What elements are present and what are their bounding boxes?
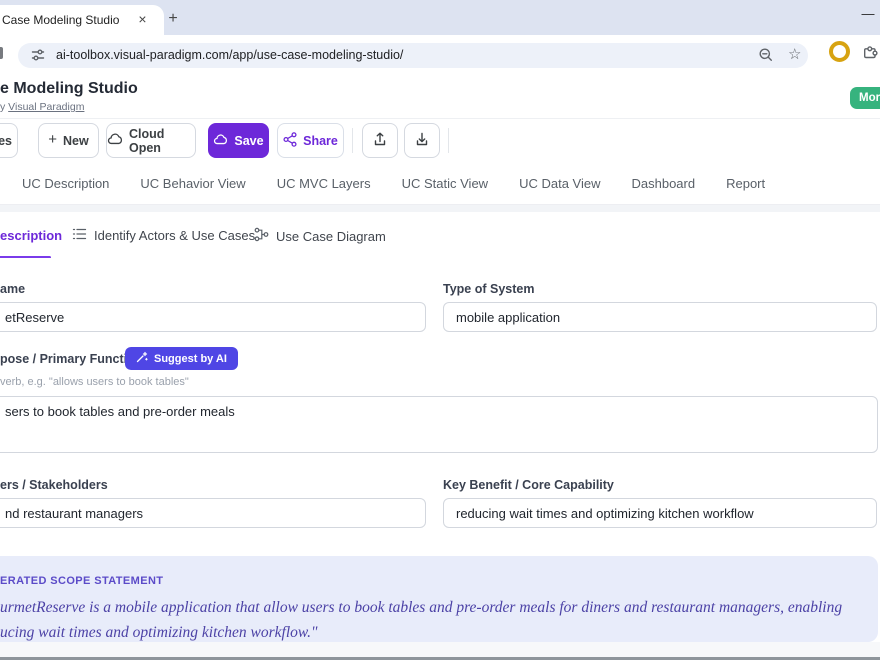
description-form: ame Type of System pose / Primary Functi… xyxy=(0,258,880,556)
tab-uc-behavior-view[interactable]: UC Behavior View xyxy=(140,176,245,191)
new-button[interactable]: + New xyxy=(38,123,99,158)
purpose-textarea[interactable]: sers to book tables and pre-order meals xyxy=(0,396,878,453)
tab-uc-mvc-layers[interactable]: UC MVC Layers xyxy=(277,176,371,191)
scope-heading: ERATED SCOPE STATEMENT xyxy=(0,575,163,587)
generated-scope-statement: ERATED SCOPE STATEMENT urmetReserve is a… xyxy=(0,556,878,642)
export-button[interactable] xyxy=(362,123,398,158)
toolbar-divider xyxy=(448,128,449,153)
plus-icon: + xyxy=(48,131,57,148)
share-nodes-icon xyxy=(283,132,297,150)
clipped-toolbar-icon xyxy=(0,47,3,59)
minimize-window-icon[interactable]: — xyxy=(861,6,875,21)
cloud-save-icon xyxy=(213,134,228,148)
sub-tab-bar: escription Identify Actors & Use Cases U… xyxy=(0,212,880,259)
tab-uc-data-view[interactable]: UC Data View xyxy=(519,176,600,191)
save-label: Save xyxy=(234,134,263,148)
toolbar-divider xyxy=(352,128,353,153)
cloud-open-label: Cloud Open xyxy=(129,127,195,155)
magic-wand-icon xyxy=(136,351,148,366)
subtab-use-case-diagram[interactable]: Use Case Diagram xyxy=(254,227,386,245)
import-button[interactable] xyxy=(404,123,440,158)
identify-actors-label: Identify Actors & Use Cases xyxy=(94,228,255,243)
app-header: e Modeling Studio y Visual Paradigm More xyxy=(0,70,880,119)
download-icon xyxy=(414,131,430,150)
system-name-input[interactable] xyxy=(0,302,426,332)
section-gap xyxy=(0,205,880,212)
bookmark-star-icon[interactable]: ☆ xyxy=(788,45,801,63)
browser-window: Case Modeling Studio × + — ai-toolbox.vi… xyxy=(0,0,880,660)
new-label: New xyxy=(63,134,89,148)
use-case-diagram-label: Use Case Diagram xyxy=(276,229,386,244)
browser-toolbar: ai-toolbox.visual-paradigm.com/app/use-c… xyxy=(0,35,880,70)
more-button[interactable]: More xyxy=(850,87,880,109)
close-tab-icon[interactable]: × xyxy=(134,11,151,28)
browser-tab-strip: Case Modeling Studio × + — xyxy=(0,0,880,35)
tab-dashboard[interactable]: Dashboard xyxy=(631,176,695,191)
name-label: ame xyxy=(0,282,25,296)
stakeholders-label: ers / Stakeholders xyxy=(0,478,108,492)
upload-icon xyxy=(372,131,388,150)
type-of-system-input[interactable] xyxy=(443,302,877,332)
save-button[interactable]: Save xyxy=(208,123,269,158)
share-button[interactable]: Share xyxy=(277,123,344,158)
purpose-hint: verb, e.g. "allows users to book tables" xyxy=(0,376,189,388)
suggest-by-ai-label: Suggest by AI xyxy=(154,353,227,365)
byline-prefix: y xyxy=(0,101,8,113)
page-title: e Modeling Studio xyxy=(0,80,138,98)
cloud-icon xyxy=(107,133,123,148)
list-icon xyxy=(72,227,87,244)
clipped-examples-button[interactable]: es xyxy=(0,123,18,158)
tab-uc-description[interactable]: UC Description xyxy=(22,176,109,191)
byline: y Visual Paradigm xyxy=(0,101,84,113)
new-tab-button[interactable]: + xyxy=(164,10,182,28)
url-text[interactable]: ai-toolbox.visual-paradigm.com/app/use-c… xyxy=(56,48,403,62)
share-label: Share xyxy=(303,134,338,148)
app-toolbar: es + New Cloud Open Save Share xyxy=(0,119,880,163)
browser-tab[interactable]: Case Modeling Studio × xyxy=(0,5,164,35)
address-bar[interactable]: ai-toolbox.visual-paradigm.com/app/use-c… xyxy=(18,43,808,68)
diagram-icon xyxy=(254,227,269,245)
main-tab-bar: UC Description UC Behavior View UC MVC L… xyxy=(0,162,880,205)
subtab-description-active[interactable]: escription xyxy=(0,228,62,243)
profile-avatar[interactable] xyxy=(829,41,850,62)
subtab-identify-actors[interactable]: Identify Actors & Use Cases xyxy=(72,227,255,244)
clipped-button-label: es xyxy=(0,134,12,148)
scope-text-line2: ucing wait times and optimizing kitchen … xyxy=(0,624,318,642)
key-benefit-input[interactable] xyxy=(443,498,877,528)
page-background xyxy=(0,642,880,657)
key-benefit-label: Key Benefit / Core Capability xyxy=(443,478,614,492)
stakeholders-input[interactable] xyxy=(0,498,426,528)
visual-paradigm-link[interactable]: Visual Paradigm xyxy=(8,101,84,113)
cloud-open-button[interactable]: Cloud Open xyxy=(106,123,196,158)
purpose-label: pose / Primary Function xyxy=(0,352,142,366)
scope-text-line1: urmetReserve is a mobile application tha… xyxy=(0,599,842,617)
tab-report[interactable]: Report xyxy=(726,176,765,191)
suggest-by-ai-button[interactable]: Suggest by AI xyxy=(125,347,238,370)
zoom-out-icon[interactable] xyxy=(758,47,774,68)
tab-uc-static-view[interactable]: UC Static View xyxy=(402,176,488,191)
extensions-icon[interactable] xyxy=(861,43,879,65)
site-settings-icon[interactable] xyxy=(31,48,45,67)
type-of-system-label: Type of System xyxy=(443,282,534,296)
browser-tab-title: Case Modeling Studio xyxy=(2,13,119,27)
